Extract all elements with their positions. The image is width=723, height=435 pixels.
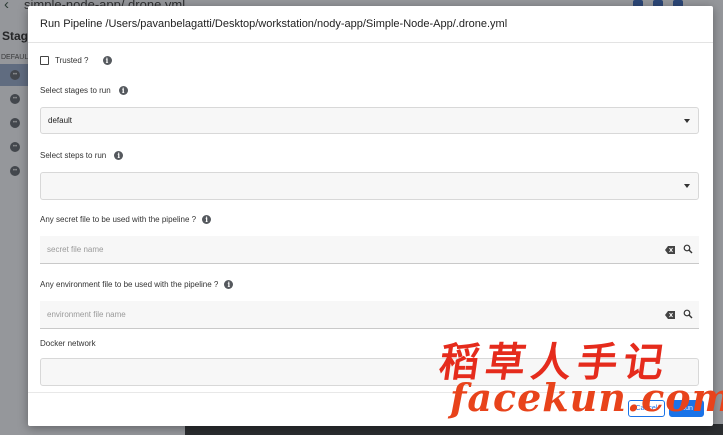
trusted-label: Trusted ?	[55, 56, 89, 65]
chevron-down-icon	[684, 119, 690, 123]
trusted-checkbox[interactable]	[40, 56, 49, 65]
dialog-title: Run Pipeline /Users/pavanbelagatti/Deskt…	[40, 18, 508, 30]
secret-label-row: Any secret file to be used with the pipe…	[40, 215, 212, 224]
env-file-input[interactable]	[40, 301, 640, 328]
docker-label-row: Docker network	[40, 339, 96, 348]
env-file-field	[40, 301, 699, 329]
watermark-url: facekun.com	[450, 375, 723, 420]
stages-select-value: default	[48, 116, 73, 125]
env-label-row: Any environment file to be used with the…	[40, 280, 234, 289]
search-icon[interactable]	[683, 244, 693, 254]
clear-icon[interactable]	[665, 311, 675, 319]
steps-select[interactable]	[40, 172, 699, 200]
info-icon[interactable]: i	[118, 86, 128, 95]
steps-label: Select steps to run	[40, 151, 107, 160]
stages-label: Select stages to run	[40, 86, 111, 95]
search-icon[interactable]	[683, 309, 693, 319]
env-label: Any environment file to be used with the…	[40, 280, 219, 289]
secret-file-field	[40, 236, 699, 264]
docker-network-label: Docker network	[40, 339, 96, 348]
stages-select[interactable]: default	[40, 107, 699, 134]
stages-label-row: Select stages to run i	[40, 86, 128, 95]
secret-file-input[interactable]	[40, 236, 640, 263]
steps-label-row: Select steps to run i	[40, 151, 124, 160]
info-icon[interactable]: i	[114, 151, 124, 160]
trusted-row: Trusted ? i	[40, 56, 112, 65]
clear-icon[interactable]	[665, 246, 675, 254]
info-icon[interactable]: i	[102, 56, 112, 65]
secret-label: Any secret file to be used with the pipe…	[40, 215, 197, 224]
info-icon[interactable]: i	[224, 280, 234, 289]
info-icon[interactable]: i	[202, 215, 212, 224]
dialog-divider	[28, 42, 713, 43]
chevron-down-icon	[684, 184, 690, 188]
